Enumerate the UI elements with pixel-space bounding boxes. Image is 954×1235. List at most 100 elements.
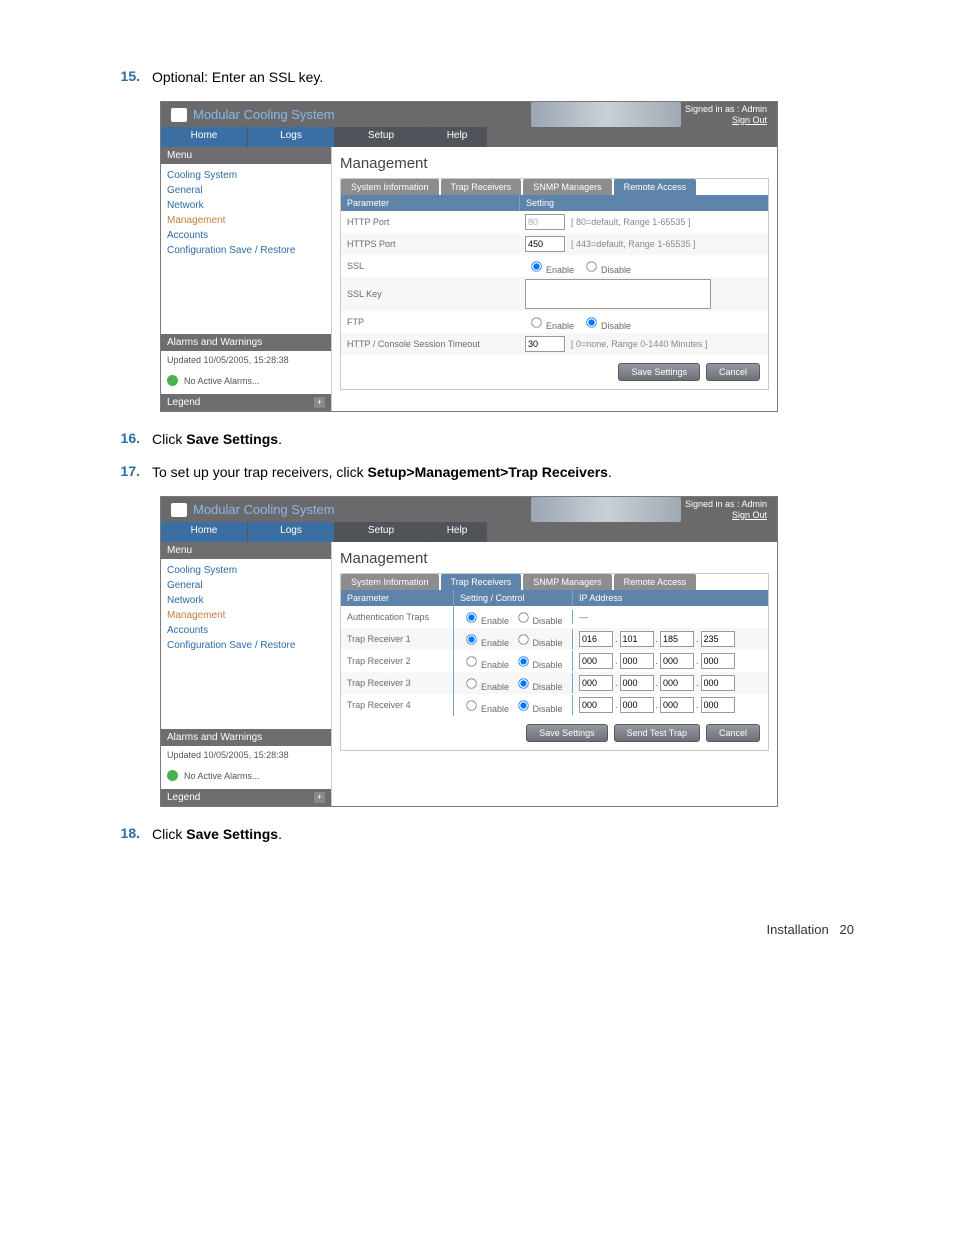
signin-block: Signed in as : Admin Sign Out (685, 104, 767, 126)
ip-octet-input[interactable] (620, 653, 654, 669)
legend-header[interactable]: Legend + (161, 394, 331, 411)
ip-octet-input[interactable] (701, 631, 735, 647)
enable-radio[interactable] (466, 656, 476, 666)
http-port-input[interactable] (525, 214, 565, 230)
row-setting: Enable Disable (453, 694, 572, 716)
ip-octet-input[interactable] (579, 697, 613, 713)
alarms-header: Alarms and Warnings (161, 729, 331, 746)
ip-octet-input[interactable] (701, 675, 735, 691)
table-header: Parameter Setting / Control IP Address (341, 590, 768, 606)
product-logo-area: Modular Cooling System (171, 502, 335, 517)
table-header: Parameter Setting (341, 195, 768, 211)
sign-out-link[interactable]: Sign Out (685, 115, 767, 126)
ip-octet-input[interactable] (660, 697, 694, 713)
sign-out-link[interactable]: Sign Out (685, 510, 767, 521)
cancel-button[interactable]: Cancel (706, 724, 760, 742)
step-17-text: To set up your trap receivers, click Set… (152, 463, 612, 480)
subtab-remote-access[interactable]: Remote Access (614, 574, 697, 590)
row-label: Trap Receiver 2 (341, 654, 453, 668)
row-ssl: SSL Enable Disable (341, 255, 768, 277)
cancel-button[interactable]: Cancel (706, 363, 760, 381)
menu-header: Menu (161, 147, 331, 164)
settings-panel: System Information Trap Receivers SNMP M… (340, 178, 769, 390)
screenshot-remote-access: Modular Cooling System Signed in as : Ad… (160, 101, 778, 412)
disable-radio[interactable] (518, 678, 528, 688)
legend-expand-icon[interactable]: + (314, 792, 325, 803)
ip-octet-input[interactable] (620, 631, 654, 647)
enable-radio[interactable] (466, 634, 476, 644)
menu-cooling-system[interactable]: Cooling System (165, 168, 327, 183)
ip-octet-input[interactable] (701, 697, 735, 713)
subtab-trap-receivers[interactable]: Trap Receivers (441, 574, 522, 590)
subtab-bar: System Information Trap Receivers SNMP M… (341, 179, 768, 195)
disable-radio[interactable] (518, 634, 528, 644)
content-area: Management System Information Trap Recei… (332, 542, 777, 806)
nav-home[interactable]: Home (161, 127, 248, 147)
table-row: Trap Receiver 4Enable Disable... (341, 694, 768, 716)
send-test-trap-button[interactable]: Send Test Trap (614, 724, 700, 742)
alarms-block: Updated 10/05/2005, 15:28:38 No Active A… (161, 746, 331, 789)
menu-config-save-restore[interactable]: Configuration Save / Restore (165, 638, 327, 653)
menu-accounts[interactable]: Accounts (165, 623, 327, 638)
subtab-remote-access[interactable]: Remote Access (614, 179, 697, 195)
enable-radio[interactable] (466, 700, 476, 710)
menu-cooling-system[interactable]: Cooling System (165, 563, 327, 578)
ip-octet-input[interactable] (579, 653, 613, 669)
menu-general[interactable]: General (165, 183, 327, 198)
no-alarms-text: No Active Alarms... (184, 771, 260, 781)
ftp-disable-radio[interactable] (586, 317, 596, 327)
ip-octet-input[interactable] (660, 631, 694, 647)
menu-header: Menu (161, 542, 331, 559)
nav-help[interactable]: Help (428, 127, 487, 147)
ssl-enable-radio[interactable] (531, 261, 541, 271)
th-ip-address: IP Address (572, 590, 768, 606)
subtab-trap-receivers[interactable]: Trap Receivers (441, 179, 522, 195)
row-ftp: FTP Enable Disable (341, 311, 768, 333)
nav-home[interactable]: Home (161, 522, 248, 542)
ssl-key-textarea[interactable] (525, 279, 711, 309)
menu-network[interactable]: Network (165, 593, 327, 608)
menu-accounts[interactable]: Accounts (165, 228, 327, 243)
menu-management[interactable]: Management (165, 608, 327, 623)
ip-octet-input[interactable] (620, 675, 654, 691)
ftp-enable-radio[interactable] (531, 317, 541, 327)
subtab-system-info[interactable]: System Information (341, 574, 439, 590)
subtab-snmp-managers[interactable]: SNMP Managers (523, 179, 611, 195)
row-ip: ... (572, 629, 768, 649)
step-15: 15. Optional: Enter an SSL key. (100, 68, 854, 85)
menu-management[interactable]: Management (165, 213, 327, 228)
disable-radio[interactable] (518, 656, 528, 666)
nav-logs[interactable]: Logs (248, 127, 335, 147)
left-sidebar: Menu Cooling System General Network Mana… (161, 542, 332, 806)
legend-expand-icon[interactable]: + (314, 397, 325, 408)
https-port-input[interactable] (525, 236, 565, 252)
header-decorative-image (531, 102, 681, 127)
disable-radio[interactable] (518, 612, 528, 622)
nav-setup[interactable]: Setup (335, 127, 428, 147)
timeout-input[interactable] (525, 336, 565, 352)
th-setting-control: Setting / Control (453, 590, 572, 606)
nav-help[interactable]: Help (428, 522, 487, 542)
nav-setup[interactable]: Setup (335, 522, 428, 542)
enable-radio[interactable] (466, 612, 476, 622)
ssl-disable-radio[interactable] (586, 261, 596, 271)
disable-radio[interactable] (518, 700, 528, 710)
menu-network[interactable]: Network (165, 198, 327, 213)
ip-octet-input[interactable] (579, 675, 613, 691)
ip-octet-input[interactable] (701, 653, 735, 669)
save-settings-button[interactable]: Save Settings (526, 724, 608, 742)
row-ip: — (572, 610, 768, 624)
menu-general[interactable]: General (165, 578, 327, 593)
subtab-system-info[interactable]: System Information (341, 179, 439, 195)
ip-octet-input[interactable] (620, 697, 654, 713)
menu-config-save-restore[interactable]: Configuration Save / Restore (165, 243, 327, 258)
ip-octet-input[interactable] (660, 653, 694, 669)
nav-logs[interactable]: Logs (248, 522, 335, 542)
legend-header[interactable]: Legend + (161, 789, 331, 806)
hp-logo-icon (171, 503, 187, 517)
enable-radio[interactable] (466, 678, 476, 688)
ip-octet-input[interactable] (579, 631, 613, 647)
ip-octet-input[interactable] (660, 675, 694, 691)
save-settings-button[interactable]: Save Settings (618, 363, 700, 381)
subtab-snmp-managers[interactable]: SNMP Managers (523, 574, 611, 590)
